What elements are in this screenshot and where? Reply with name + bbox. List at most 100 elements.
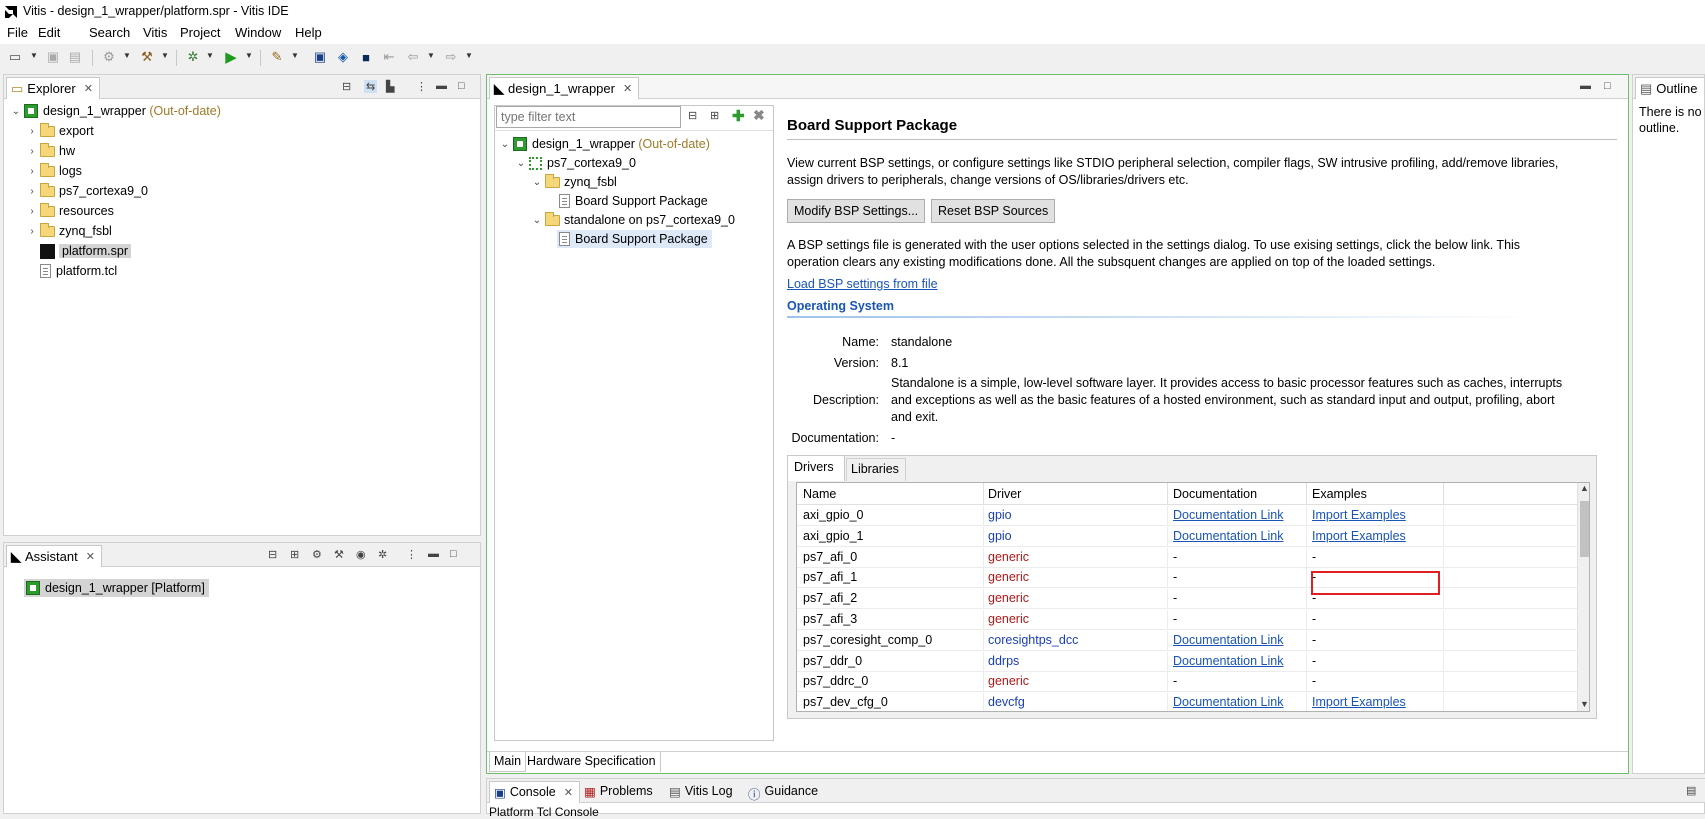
debug-dropdown-icon[interactable]: ▼ [206, 51, 214, 60]
settings-icon[interactable]: ⚙ [100, 48, 118, 66]
col-name-header[interactable]: Name [803, 487, 836, 501]
chevron-right-icon[interactable]: › [26, 166, 38, 177]
table-row[interactable]: ps7_dev_cfg_0 devcfg Documentation Link Imp… [797, 693, 1577, 711]
chevron-down-icon[interactable]: ⌄ [10, 106, 22, 117]
tree-fsbl-bsp[interactable]: Board Support Package [557, 192, 708, 210]
run-icon[interactable]: ▶ [222, 48, 240, 66]
maximize-icon[interactable]: □ [458, 80, 465, 92]
new-dropdown-icon[interactable]: ▼ [30, 51, 38, 60]
menu-window[interactable]: Window [235, 25, 281, 40]
table-row[interactable]: ps7_afi_3 generic - - [797, 610, 1577, 630]
explorer-item-resources[interactable]: › resources [26, 202, 114, 220]
table-row[interactable]: ps7_afi_0 generic - - [797, 547, 1577, 568]
program-device-icon[interactable]: ✎ [268, 48, 286, 66]
save-icon[interactable]: ▣ [44, 48, 62, 66]
chevron-right-icon[interactable]: › [26, 146, 38, 157]
load-bsp-settings-link[interactable]: Load BSP settings from file [787, 277, 938, 291]
view-menu-icon[interactable]: ⋮ [406, 548, 417, 561]
close-icon[interactable]: ✕ [86, 550, 95, 563]
tree-root[interactable]: ⌄ design_1_wrapper (Out-of-date) [499, 135, 710, 153]
chevron-right-icon[interactable]: › [26, 206, 38, 217]
chevron-down-icon[interactable]: ⌄ [531, 177, 543, 188]
chevron-right-icon[interactable]: › [26, 126, 38, 137]
tab-vitis-log[interactable]: ▤ Vitis Log [669, 784, 733, 799]
minimize-icon[interactable]: ▬ [1580, 80, 1591, 92]
view-menu-icon[interactable]: ⋮ [416, 80, 427, 93]
explorer-item-export[interactable]: › export [26, 122, 94, 140]
link-editor-icon[interactable]: ⇆ [364, 80, 378, 93]
tree-zynq-fsbl[interactable]: ⌄ zynq_fsbl [531, 173, 617, 191]
tree-standalone-bsp[interactable]: Board Support Package [557, 230, 712, 248]
explorer-item-platform-tcl[interactable]: platform.tcl [38, 262, 117, 280]
menu-project[interactable]: Project [180, 25, 220, 40]
back-dropdown-icon[interactable]: ▼ [427, 51, 435, 60]
filter-input[interactable] [496, 106, 681, 128]
close-icon[interactable]: ✕ [84, 82, 93, 95]
menu-help[interactable]: Help [295, 25, 322, 40]
forward-icon[interactable]: ⇨ [442, 48, 460, 66]
collapse-all-icon[interactable]: ⊟ [268, 548, 277, 561]
scroll-down-icon[interactable]: ▼ [1580, 699, 1589, 709]
table-row[interactable]: ps7_coresight_comp_0 coresightps_dcc Docum… [797, 630, 1577, 651]
tab-design-1-wrapper[interactable]: ◣ design_1_wrapper ✕ [489, 77, 640, 99]
tab-guidance[interactable]: ⓘ Guidance [748, 784, 818, 803]
collapse-all-icon[interactable]: ⊟ [342, 80, 351, 93]
scroll-up-icon[interactable]: ▲ [1580, 483, 1589, 493]
back-icon[interactable]: ⇦ [404, 48, 422, 66]
chevron-right-icon[interactable]: › [26, 226, 38, 237]
save-all-icon[interactable]: ▤ [66, 48, 84, 66]
minimize-icon[interactable]: ▬ [436, 80, 447, 92]
tab-drivers[interactable]: Drivers [788, 456, 845, 481]
run-icon[interactable]: ◉ [356, 548, 366, 561]
documentation-link[interactable]: Documentation Link [1173, 695, 1283, 709]
settings-dropdown-icon[interactable]: ▼ [123, 51, 131, 60]
col-documentation-header[interactable]: Documentation [1173, 487, 1257, 501]
explorer-item-hw[interactable]: › hw [26, 142, 75, 160]
table-row[interactable]: axi_gpio_0 gpio Documentation Link Import E… [797, 506, 1577, 526]
expand-all-icon[interactable]: ⊞ [710, 109, 719, 122]
debug-icon[interactable]: ✲ [184, 48, 202, 66]
col-driver-header[interactable]: Driver [988, 487, 1021, 501]
expand-all-icon[interactable]: ⊞ [290, 548, 299, 561]
filter-icon[interactable]: ▙ [386, 80, 394, 93]
debug-icon[interactable]: ✲ [378, 548, 387, 561]
chevron-down-icon[interactable]: ⌄ [499, 139, 511, 150]
chevron-right-icon[interactable]: › [26, 186, 38, 197]
build-hammer-icon[interactable]: ⚒ [138, 48, 156, 66]
console-icon[interactable]: ■ [357, 48, 375, 66]
documentation-link[interactable]: Documentation Link [1173, 508, 1283, 522]
forward-dropdown-icon[interactable]: ▼ [465, 51, 473, 60]
explorer-root[interactable]: ⌄ design_1_wrapper (Out-of-date) [10, 102, 221, 120]
explorer-item-logs[interactable]: › logs [26, 162, 82, 180]
tree-standalone[interactable]: ⌄ standalone on ps7_cortexa9_0 [531, 211, 735, 229]
minimize-icon[interactable]: ▬ [428, 548, 439, 560]
drivers-table-scrollbar[interactable]: ▲ ▼ [1577, 483, 1589, 711]
table-row[interactable]: ps7_afi_2 generic - - [797, 589, 1577, 610]
add-icon[interactable]: ✚ [732, 107, 745, 125]
menu-vitis[interactable]: Vitis [143, 25, 167, 40]
documentation-link[interactable]: Documentation Link [1173, 633, 1283, 647]
maximize-icon[interactable]: □ [1604, 80, 1611, 92]
build-hammer-icon[interactable]: ⚒ [334, 548, 344, 561]
console-view-icon[interactable]: ▤ [1686, 784, 1696, 797]
import-examples-link[interactable]: Import Examples [1312, 529, 1406, 543]
table-row[interactable]: ps7_ddr_0 ddrps Documentation Link - [797, 651, 1577, 672]
documentation-link[interactable]: Documentation Link [1173, 529, 1283, 543]
chevron-down-icon[interactable]: ⌄ [515, 158, 527, 169]
tab-problems[interactable]: ▦ Problems [584, 784, 653, 799]
tab-assistant[interactable]: ◣ Assistant ✕ [6, 545, 102, 567]
tab-outline[interactable]: ▤ Outline [1635, 77, 1704, 99]
import-examples-link[interactable]: Import Examples [1312, 508, 1406, 522]
remove-icon[interactable]: ✖ [753, 107, 765, 124]
tab-main[interactable]: Main [489, 752, 527, 772]
menu-edit[interactable]: Edit [38, 25, 60, 40]
explorer-item-ps7-cortexa9-0[interactable]: › ps7_cortexa9_0 [26, 182, 148, 200]
documentation-link[interactable]: Documentation Link [1173, 654, 1283, 668]
assistant-item-platform[interactable]: design_1_wrapper [Platform] [24, 579, 209, 597]
table-row[interactable]: axi_gpio_1 gpio Documentation Link Import E… [797, 526, 1577, 547]
menu-file[interactable]: File [7, 25, 28, 40]
explorer-item-zynq-fsbl[interactable]: › zynq_fsbl [26, 222, 112, 240]
collapse-all-icon[interactable]: ⊟ [688, 109, 697, 122]
table-row[interactable]: ps7_ddrc_0 generic - - [797, 672, 1577, 693]
terminal-icon[interactable]: ▣ [311, 48, 329, 66]
